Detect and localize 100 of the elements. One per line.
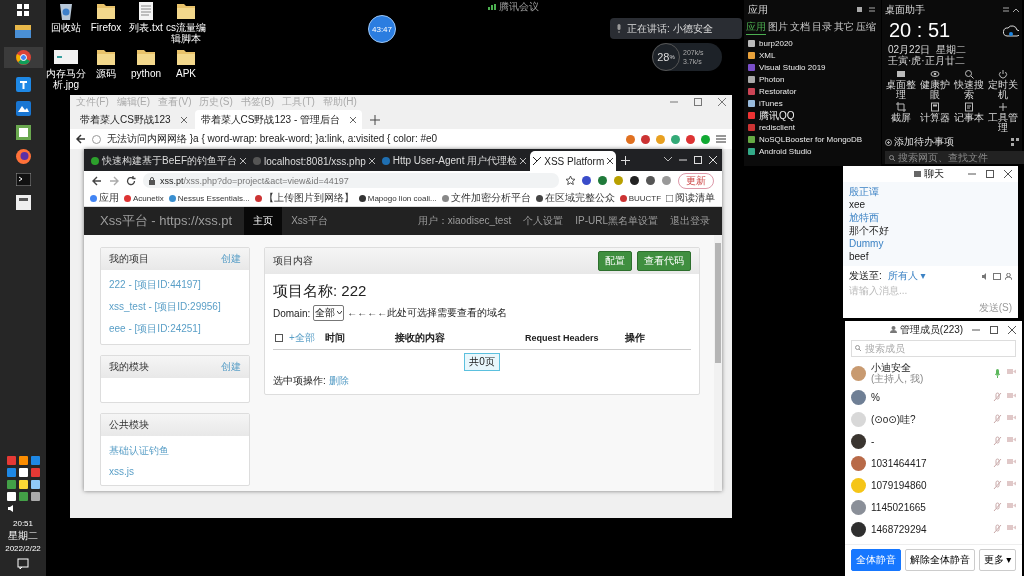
panel-title: 桌面助手 bbox=[885, 3, 925, 17]
tool-label[interactable]: 快速搜索 bbox=[953, 80, 985, 100]
lunar-date: 壬寅·虎·正月廿二 bbox=[888, 55, 965, 66]
member-name: - bbox=[871, 435, 876, 447]
category-tab[interactable]: 目录 bbox=[812, 20, 832, 35]
app-name[interactable]: Visual Studio 2019 bbox=[759, 63, 826, 72]
desktop-icon-label[interactable]: 回收站 bbox=[51, 22, 81, 33]
toolbar-button[interactable]: 解除全体静音 bbox=[904, 549, 975, 571]
page-count[interactable]: 共0页 bbox=[464, 353, 500, 371]
bulk-label: 选中项操作: bbox=[273, 374, 326, 388]
column-header: 接收的内容 bbox=[395, 331, 446, 345]
bookmark[interactable]: 应用 bbox=[99, 191, 119, 205]
app-name[interactable]: XML bbox=[759, 51, 776, 60]
nav-link[interactable]: 个人设置 bbox=[523, 214, 564, 228]
message-text: beef bbox=[849, 251, 870, 262]
category-tab[interactable]: 应用 bbox=[746, 20, 766, 35]
sender-name: 殷正谭 bbox=[849, 186, 880, 197]
member-name: % bbox=[871, 391, 881, 403]
desktop-icon-label[interactable]: 源码 bbox=[96, 68, 116, 79]
bookmark[interactable]: Mapogo lion coali... bbox=[367, 193, 437, 203]
member-name: 小迪安全 bbox=[871, 362, 912, 373]
tool-label[interactable]: 截屏 bbox=[891, 113, 911, 123]
domain-select[interactable]: 全部 bbox=[313, 305, 345, 321]
member-name: 1145021665 bbox=[871, 501, 927, 513]
panel-title: 我的模块 bbox=[109, 360, 149, 374]
recipient-dropdown[interactable]: 所有人 ▾ bbox=[887, 269, 926, 283]
sender-name: 尬特西 bbox=[849, 212, 880, 223]
panel-title: 项目内容 bbox=[273, 254, 313, 268]
bookmark[interactable]: 【上传图片到网络】 bbox=[263, 191, 354, 205]
toolbar-button[interactable]: 更多 ▾ bbox=[978, 549, 1017, 571]
member-name: (⊙o⊙)哇? bbox=[871, 413, 917, 425]
member-name: 1079194860 bbox=[871, 479, 928, 491]
send-to-label: 发送至: bbox=[849, 269, 882, 283]
column-header: 时间 bbox=[325, 331, 346, 345]
category-tab[interactable]: 文档 bbox=[790, 20, 810, 35]
app-name[interactable]: Photon bbox=[759, 75, 785, 84]
window-title: 管理成员(223) bbox=[899, 322, 964, 337]
desktop-icon-label[interactable]: 内存马分析.jpg bbox=[46, 68, 86, 90]
browser-tab[interactable]: 带着菜人CS野战123 - 管理后台 bbox=[194, 110, 363, 129]
search-field[interactable]: 搜索成员 bbox=[851, 340, 1016, 357]
clock-date: 2022/2/22 bbox=[5, 544, 41, 553]
app-name[interactable]: redisclient bbox=[759, 123, 795, 132]
tool-label[interactable]: 记事本 bbox=[954, 113, 984, 123]
toolbar-button[interactable]: 全体静音 bbox=[850, 549, 901, 571]
app-name[interactable]: 腾讯QQ bbox=[759, 108, 795, 123]
browser-tab[interactable]: 带着菜人CS野战123 bbox=[74, 110, 193, 129]
tool-label[interactable]: 定时关机 bbox=[987, 80, 1019, 100]
action-button[interactable]: 配置 bbox=[598, 251, 632, 271]
sender-name: Dummy bbox=[849, 238, 885, 249]
app-name[interactable]: Android Studio bbox=[759, 147, 812, 156]
user-label: 用户：xiaodisec_test bbox=[417, 214, 512, 228]
category-tab[interactable]: 图片 bbox=[768, 20, 788, 35]
clock-weekday: 星期二 bbox=[8, 529, 38, 543]
category-tab[interactable]: 其它 bbox=[834, 20, 854, 35]
tool-label[interactable]: 桌面整理 bbox=[885, 80, 917, 100]
tool-label[interactable]: 健康护眼 bbox=[919, 80, 951, 100]
app-name[interactable]: NoSQLBooster for MongoDB bbox=[759, 135, 863, 144]
desktop-icon-label[interactable]: 列表.txt bbox=[129, 22, 163, 33]
tool-label[interactable]: 工具管理 bbox=[987, 113, 1019, 133]
nav-link[interactable]: 主页 bbox=[244, 207, 283, 235]
date-text: 02月22日 bbox=[888, 44, 931, 55]
clock-time: 20 : 51 bbox=[889, 19, 951, 42]
desktop-icon-label[interactable]: APK bbox=[176, 68, 196, 79]
update-button[interactable]: 更新 bbox=[678, 172, 714, 189]
window-title: 聊天 bbox=[923, 167, 944, 181]
search-field[interactable]: 搜索网页、查找文件 bbox=[885, 151, 1024, 164]
category-tab[interactable]: 压缩 bbox=[856, 20, 876, 35]
panel-title: 应用 bbox=[748, 3, 768, 17]
bookmark[interactable]: 在区域完整公众 bbox=[544, 191, 615, 205]
tool-label[interactable]: 计算器 bbox=[920, 113, 950, 123]
action-button[interactable]: 查看代码 bbox=[637, 251, 691, 271]
panel-title: 公共模块 bbox=[109, 418, 149, 432]
app-name[interactable]: Restorator bbox=[759, 87, 797, 96]
address-bar[interactable]: xss.pt/xss.php?do=project&act=view&id=44197 bbox=[143, 173, 559, 188]
panel-title: 我的项目 bbox=[109, 252, 149, 266]
browser-tab[interactable]: localhost:8081/xss.php bbox=[250, 151, 378, 171]
app-name[interactable]: burp2020 bbox=[759, 39, 793, 48]
project-heading: 项目名称: 222 bbox=[273, 282, 368, 301]
domain-hint: ←←←←此处可选择需要查看的域名 bbox=[347, 306, 508, 320]
bookmark[interactable]: Acunetix bbox=[133, 193, 164, 203]
bookmark[interactable]: 文件加密分析平台 bbox=[450, 191, 531, 205]
app-name[interactable]: iTunes bbox=[759, 99, 783, 108]
member-name: 1031464417 bbox=[871, 457, 928, 469]
desktop-icon-label[interactable]: python bbox=[131, 68, 161, 79]
bookmark[interactable]: Nessus Essentials... bbox=[177, 193, 250, 203]
browser-tab[interactable]: 快速构建基于BeEF的钓鱼平台 bbox=[88, 151, 249, 171]
nav-link[interactable]: 退出登录 bbox=[670, 214, 710, 228]
reading-list[interactable]: 阅读清单 bbox=[675, 191, 716, 205]
todo-link[interactable]: 添加待办事项 bbox=[894, 135, 954, 149]
desktop-icon-label[interactable]: Firefox bbox=[90, 22, 122, 33]
meeting-label: 腾讯会议 bbox=[499, 1, 539, 13]
browser-tab[interactable]: Http User-Agent 用户代理检 bbox=[378, 151, 530, 171]
site-brand[interactable]: Xss平台 - https://xss.pt bbox=[84, 212, 245, 230]
browser-tab[interactable]: XSS Platform bbox=[530, 151, 617, 171]
nav-link[interactable]: Xss平台 bbox=[282, 207, 337, 235]
domain-label: Domain: bbox=[273, 307, 311, 319]
desktop-icon-label[interactable]: cs流量编辑脚本 bbox=[166, 22, 206, 44]
bookmark[interactable]: BUUCTF bbox=[628, 193, 662, 203]
weekday-text: 星期二 bbox=[936, 44, 967, 55]
nav-link[interactable]: IP-URL黑名单设置 bbox=[575, 214, 658, 228]
